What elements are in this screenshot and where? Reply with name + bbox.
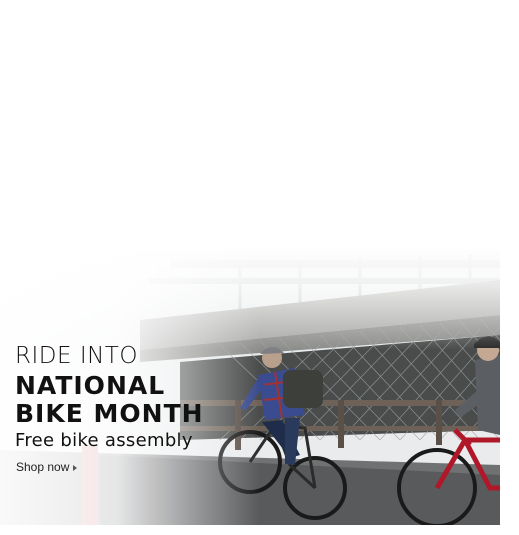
promo-banner[interactable]: RIDE INTO NATIONAL BIKE MONTH Free bike … bbox=[0, 0, 519, 535]
caret-right-icon bbox=[73, 464, 78, 471]
shop-now-link[interactable]: Shop now bbox=[16, 460, 78, 474]
shop-now-label: Shop now bbox=[16, 460, 70, 474]
headline-line-1: RIDE INTO bbox=[15, 343, 138, 369]
subhead-text: Free bike assembly bbox=[15, 430, 193, 451]
headline-line-2: NATIONAL bbox=[15, 371, 166, 400]
headline-line-3: BIKE MONTH bbox=[15, 399, 204, 428]
